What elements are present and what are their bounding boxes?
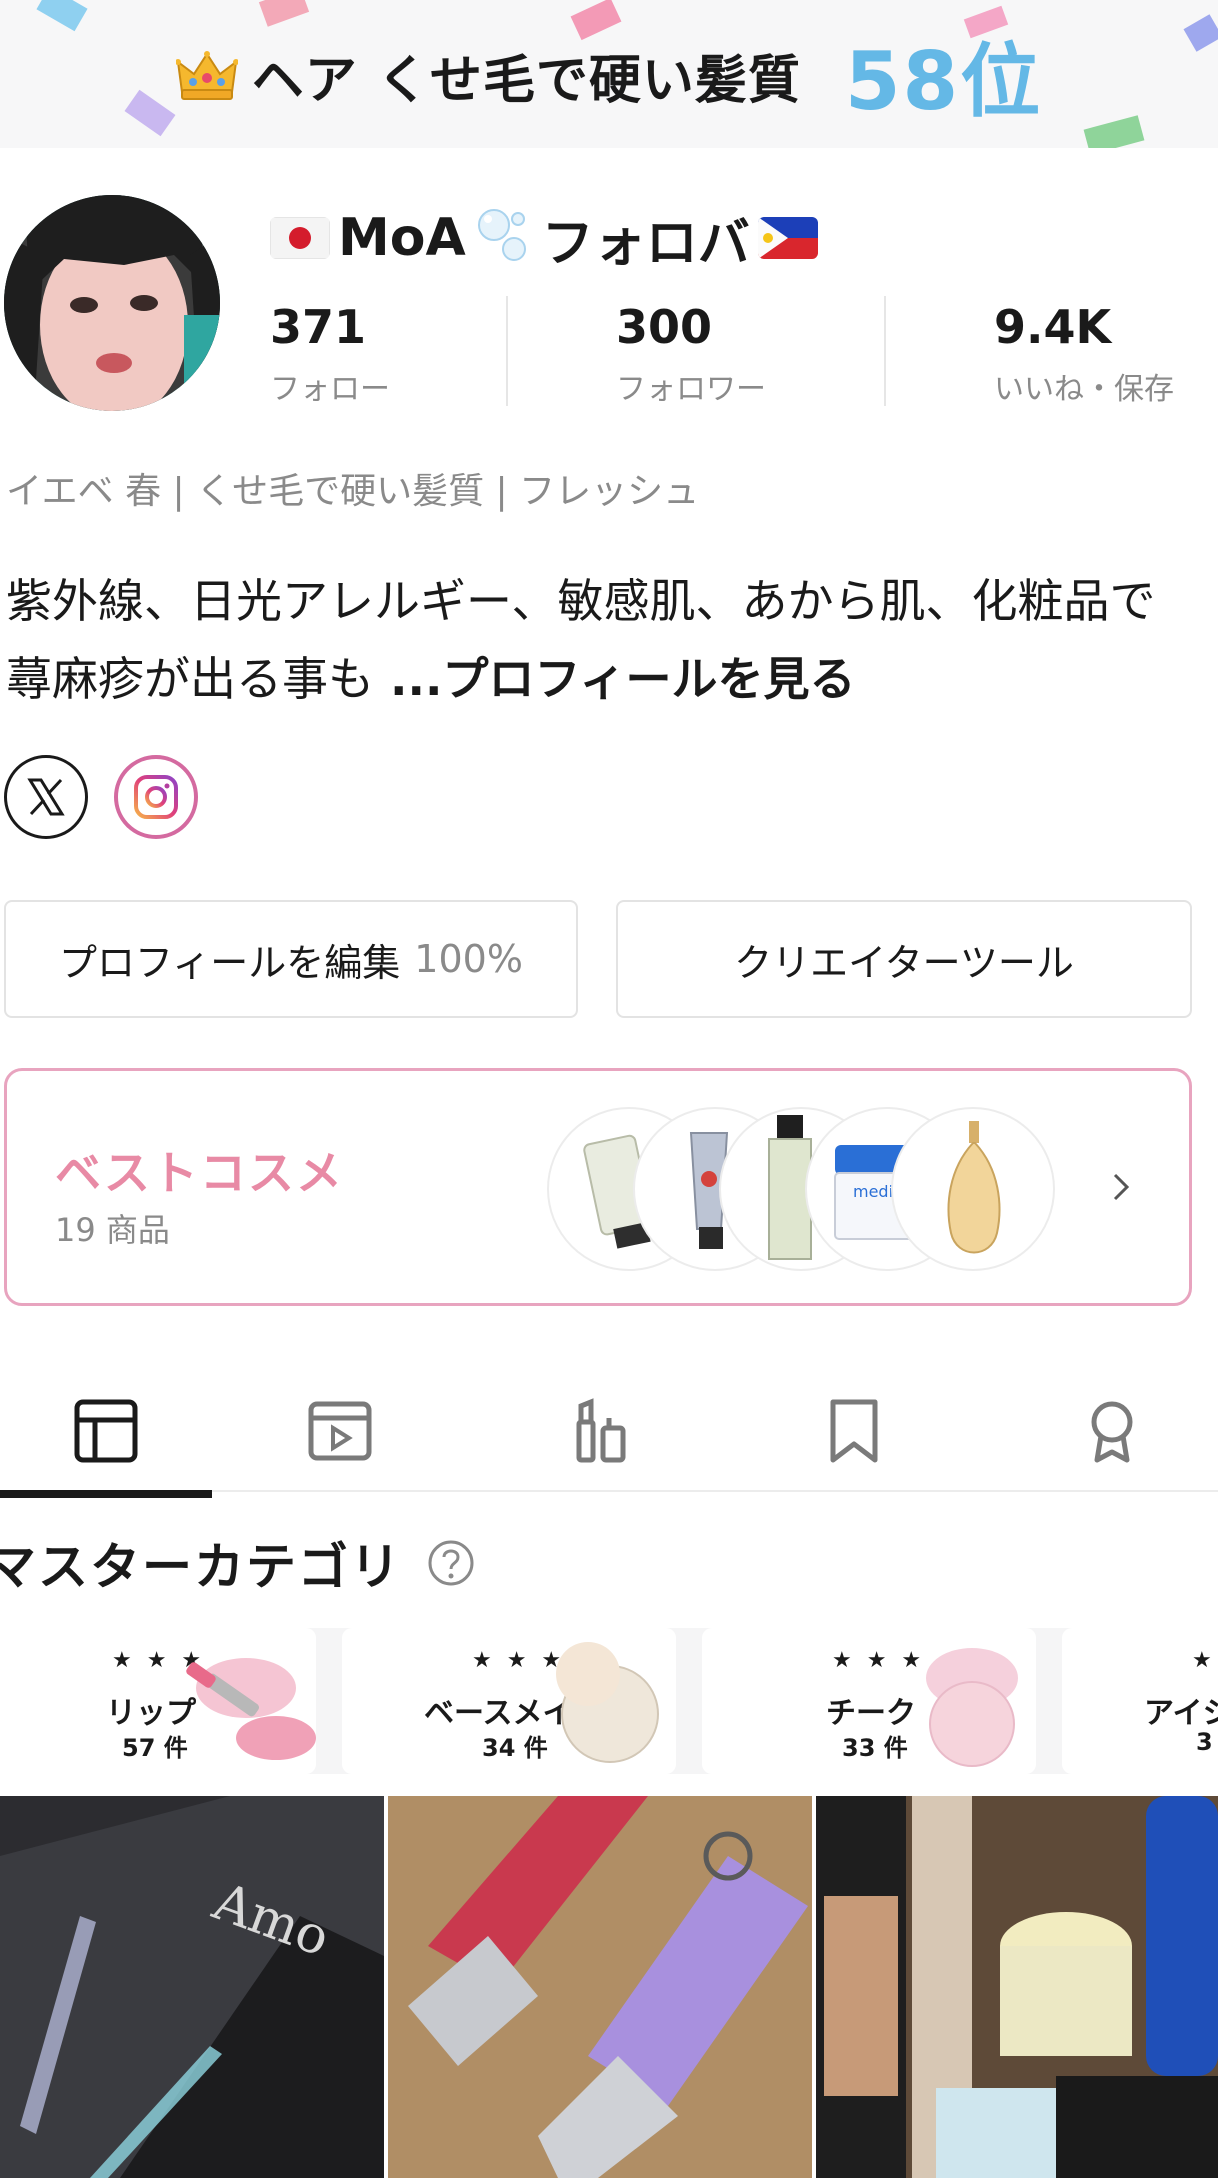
avatar[interactable] [4,195,220,411]
edit-profile-button[interactable]: プロフィールを編集 100% [4,900,578,1018]
product-thumbnail [891,1107,1055,1271]
creator-tools-label: クリエイターツール [734,940,1074,985]
likes-count: 9.4K [994,300,1112,354]
powder-image [556,1642,659,1763]
instagram-icon [134,775,178,819]
x-link[interactable] [4,755,88,839]
tab-saved[interactable] [748,1370,960,1492]
master-category-header: マスターカテゴリ [0,1528,476,1598]
username-row: MoA フォロバ [270,205,818,274]
tab-videos[interactable] [234,1370,446,1492]
profile-bio[interactable]: 紫外線、日光アレルギー、敏感肌、あから肌、化粧品で蕁麻疹が出る事も ...プロフ… [6,562,1186,718]
category-card-lip[interactable]: ★ ★ ★ リップ 57 件 [0,1628,316,1774]
blush-image [926,1648,1018,1767]
lipstick-swatch-image [186,1658,316,1760]
ranking-position: 58位 [844,35,1043,128]
likes-label: いいね・保存 [994,372,1174,407]
category-card-base[interactable]: ★ ★ ★ ベースメイク 34 件 [342,1628,676,1774]
following-count: 371 [270,300,367,354]
following-label: フォロー [270,372,390,407]
followers-stat[interactable]: 300 フォロワー [616,300,766,408]
chevron-right-icon [1113,1173,1130,1201]
creator-tools-button[interactable]: クリエイターツール [616,900,1192,1018]
confetti-decoration [1083,115,1145,148]
post-thumbnail[interactable] [816,1796,1218,2178]
followers-label: フォロワー [616,372,766,407]
help-icon[interactable] [426,1538,476,1588]
divider [884,296,886,406]
video-icon [308,1401,372,1461]
grid-icon [74,1399,138,1463]
bookmark-icon [830,1399,878,1463]
post-thumbnail[interactable] [388,1796,812,2178]
profile-tab-bar [0,1370,1218,1492]
active-tab-indicator [0,1490,212,1498]
master-category-title: マスターカテゴリ [0,1538,402,1596]
see-profile-link[interactable]: ...プロフィールを見る [374,652,856,706]
followers-count: 300 [616,300,713,354]
svg-text:medi: medi [853,1182,893,1201]
edit-profile-label: プロフィールを編集 [59,940,401,985]
divider [506,296,508,406]
category-stars: ★ [1192,1648,1216,1673]
ranking-category: ヘア くせ毛で硬い髪質 [251,50,801,111]
x-icon [27,778,65,816]
tab-awards[interactable] [1006,1370,1218,1492]
username: MoA [338,208,466,268]
category-count: 3 [1196,1728,1213,1756]
best-cosme-count: 19 商品 [55,1211,170,1249]
category-card-eye[interactable]: ★ アイシ 3 [1062,1628,1218,1774]
post-thumbnail[interactable]: Amo [0,1796,384,2178]
crown-icon [175,51,238,100]
bubbles-icon [477,209,526,261]
best-cosme-card[interactable]: ベストコスメ 19 商品 medi [4,1068,1192,1306]
confetti-decoration [258,0,310,27]
category-name: アイシ [1144,1696,1218,1731]
ranking-banner[interactable]: ヘア くせ毛で硬い髪質 58位 [0,0,1218,148]
profile-attributes: イエベ 春 | くせ毛で硬い髪質 | フレッシュ [6,471,700,512]
instagram-link[interactable] [114,755,198,839]
confetti-decoration [36,0,88,32]
username-suffix: フォロバ [541,213,750,274]
cosmetics-icon [576,1398,626,1463]
following-stat[interactable]: 371 フォロー [270,300,390,408]
philippines-flag-icon [757,217,818,259]
category-card-cheek[interactable]: ★ ★ ★ チーク 33 件 [702,1628,1036,1774]
profile-completion: 100% [414,937,523,981]
japan-flag-icon [270,217,330,259]
master-category-list: ★ ★ ★ リップ 57 件 ★ ★ ★ ベースメイク 34 件 ★ ★ ★ チ… [0,1628,1218,1774]
tab-posts[interactable] [0,1370,212,1492]
tab-cosmetics[interactable] [494,1370,706,1492]
likes-stat[interactable]: 9.4K いいね・保存 [994,300,1174,408]
best-cosme-title: ベストコスメ [55,1146,344,1200]
award-icon [1091,1401,1133,1463]
